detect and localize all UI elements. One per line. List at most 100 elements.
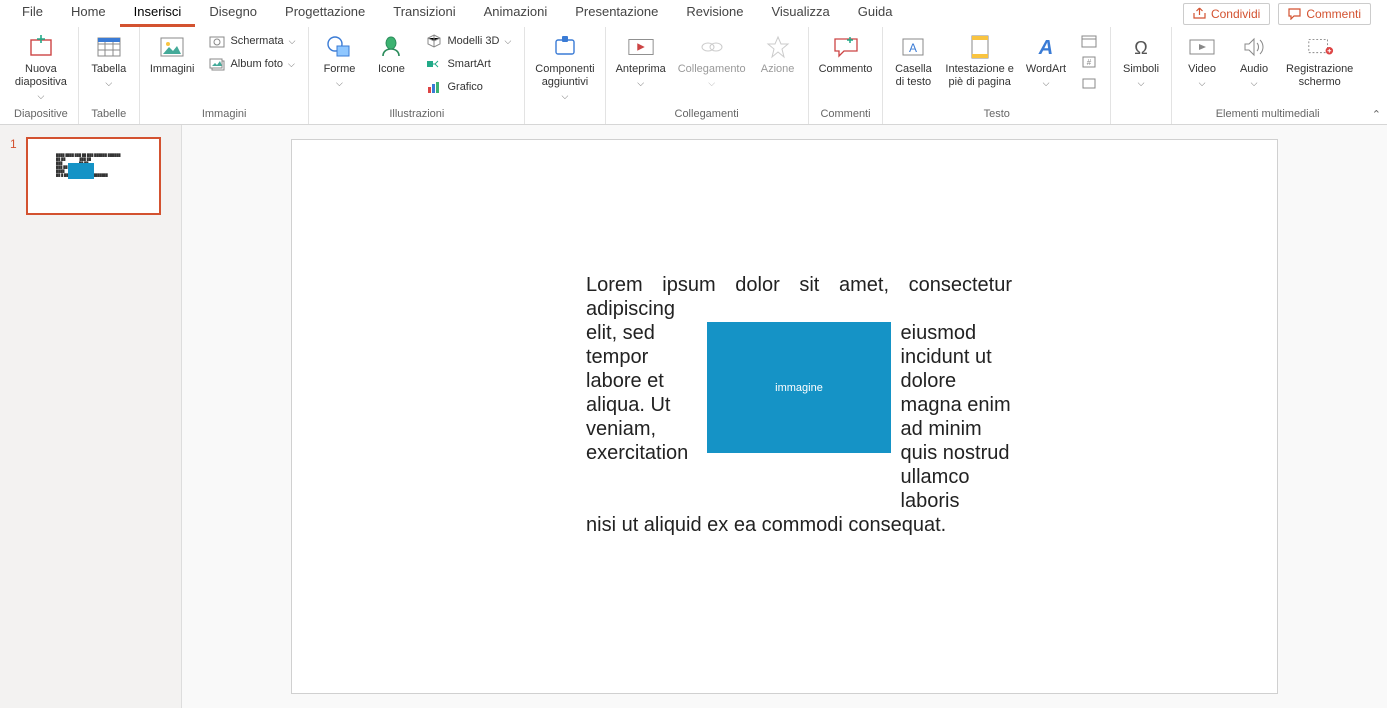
svg-text:A: A (909, 41, 917, 55)
header-footer-label: Intestazione e piè di pagina (945, 63, 1014, 89)
slide-number-button[interactable]: # (1078, 52, 1100, 72)
table-button[interactable]: Tabella ⌵ (89, 29, 129, 89)
group-label-simboli (1121, 118, 1161, 124)
models3d-button[interactable]: Modelli 3D ⌵ (423, 31, 514, 51)
tab-revisione[interactable]: Revisione (672, 0, 757, 27)
preview-button[interactable]: Anteprima ⌵ (616, 29, 666, 89)
new-slide-button[interactable]: Nuova diapositiva ⌵ (15, 29, 67, 102)
chevron-down-icon: ⌵ (289, 36, 296, 47)
comment-label: Commento (819, 63, 873, 76)
header-footer-button[interactable]: Intestazione e piè di pagina (945, 29, 1014, 89)
action-button[interactable]: Azione (758, 29, 798, 76)
link-label: Collegamento (678, 63, 746, 76)
tab-file[interactable]: File (8, 0, 57, 27)
chevron-down-icon: ⌵ (1251, 78, 1258, 89)
slide-image-placeholder[interactable]: immagine (707, 322, 890, 453)
slide-text-line1: Lorem ipsum dolor sit amet, consectetur … (586, 273, 1012, 321)
date-time-button[interactable] (1078, 31, 1100, 51)
group-diapositive: Nuova diapositiva ⌵ Diapositive (4, 27, 79, 124)
addins-button[interactable]: Componenti aggiuntivi ⌵ (535, 29, 594, 102)
slide-canvas[interactable]: Lorem ipsum dolor sit amet, consectetur … (291, 139, 1278, 694)
chevron-down-icon: ⌵ (1043, 78, 1050, 89)
shapes-button[interactable]: Forme ⌵ (319, 29, 359, 89)
group-tabelle: Tabella ⌵ Tabelle (79, 27, 140, 124)
group-componenti: Componenti aggiuntivi ⌵ (525, 27, 605, 124)
collapse-ribbon-button[interactable]: ⌃ (1372, 108, 1381, 121)
group-label-componenti (535, 118, 594, 124)
tab-home[interactable]: Home (57, 0, 120, 27)
chart-button[interactable]: Grafico (423, 77, 514, 97)
slide-text-right-col: eiusmod incidunt ut dolore magna enim ad… (891, 321, 1012, 513)
screenshot-label: Schermata (230, 35, 283, 47)
video-button[interactable]: Video ⌵ (1182, 29, 1222, 89)
tab-animazioni[interactable]: Animazioni (470, 0, 562, 27)
thumbnail-number: 1 (10, 137, 20, 215)
icons-button[interactable]: Icone (371, 29, 411, 76)
tab-presentazione[interactable]: Presentazione (561, 0, 672, 27)
textbox-button[interactable]: A Casella di testo (893, 29, 933, 89)
share-label: Condividi (1211, 7, 1260, 21)
wordart-button[interactable]: A WordArt ⌵ (1026, 29, 1066, 89)
shapes-label: Forme (324, 63, 356, 76)
group-label-elementi: Elementi multimediali (1182, 106, 1353, 124)
slide-text-left-col: elit, sed tempor labore et aliqua. Ut ve… (586, 321, 707, 513)
photo-album-label: Album foto (230, 58, 283, 70)
group-immagini: Immagini Schermata ⌵ Album foto ⌵ Immagi… (140, 27, 310, 124)
tab-progettazione[interactable]: Progettazione (271, 0, 379, 27)
textbox-label: Casella di testo (895, 63, 932, 89)
slide-image-label: immagine (775, 376, 823, 400)
svg-text:A: A (1038, 37, 1053, 59)
chevron-down-icon: ⌵ (37, 91, 44, 102)
chevron-down-icon: ⌵ (105, 78, 112, 89)
group-label-commenti: Commenti (819, 106, 873, 124)
svg-text:#: # (1087, 58, 1092, 67)
group-label-diapositive: Diapositive (14, 106, 68, 124)
chevron-down-icon: ⌵ (637, 78, 644, 89)
ribbon: Nuova diapositiva ⌵ Diapositive Tabella … (0, 27, 1387, 125)
chevron-down-icon: ⌵ (1138, 78, 1145, 89)
wordart-label: WordArt (1026, 63, 1066, 76)
group-label-illustrazioni: Illustrazioni (319, 106, 514, 124)
group-collegamenti: Anteprima ⌵ Collegamento ⌵ Azione Colleg… (606, 27, 809, 124)
images-button[interactable]: Immagini (150, 29, 195, 76)
tab-inserisci[interactable]: Inserisci (120, 0, 196, 27)
symbols-button[interactable]: Ω Simboli ⌵ (1121, 29, 1161, 89)
screenshot-button[interactable]: Schermata ⌵ (206, 31, 298, 51)
group-label-testo: Testo (893, 106, 1100, 124)
share-button[interactable]: Condividi (1183, 3, 1270, 25)
smartart-button[interactable]: SmartArt (423, 54, 514, 74)
tab-guida[interactable]: Guida (844, 0, 907, 27)
chart-label: Grafico (447, 81, 482, 93)
photo-album-button[interactable]: Album foto ⌵ (206, 54, 298, 74)
addins-label: Componenti aggiuntivi (535, 63, 594, 89)
slide-editor-area[interactable]: Lorem ipsum dolor sit amet, consectetur … (182, 125, 1387, 708)
chevron-down-icon: ⌵ (1199, 78, 1206, 89)
link-button[interactable]: Collegamento ⌵ (678, 29, 746, 89)
group-label-immagini: Immagini (150, 106, 299, 124)
chevron-down-icon: ⌵ (336, 78, 343, 89)
audio-button[interactable]: Audio ⌵ (1234, 29, 1274, 89)
group-elementi: Video ⌵ Audio ⌵ Registrazione schermo El… (1172, 27, 1363, 124)
chevron-down-icon: ⌵ (504, 36, 511, 47)
images-label: Immagini (150, 63, 195, 76)
comment-button[interactable]: Commento (819, 29, 873, 76)
tab-disegno[interactable]: Disegno (195, 0, 271, 27)
svg-text:Ω: Ω (1134, 38, 1147, 58)
group-label-collegamenti: Collegamenti (616, 106, 798, 124)
audio-label: Audio (1240, 63, 1268, 76)
comments-button[interactable]: Commenti (1278, 3, 1371, 25)
preview-label: Anteprima (616, 63, 666, 76)
action-label: Azione (761, 63, 795, 76)
smartart-label: SmartArt (447, 58, 490, 70)
table-label: Tabella (91, 63, 126, 76)
tab-transizioni[interactable]: Transizioni (379, 0, 469, 27)
slide-text-content[interactable]: Lorem ipsum dolor sit amet, consectetur … (586, 273, 1012, 537)
screen-recording-button[interactable]: Registrazione schermo (1286, 29, 1353, 89)
group-testo: A Casella di testo Intestazione e piè di… (883, 27, 1111, 124)
object-button[interactable] (1078, 73, 1100, 93)
chevron-down-icon: ⌵ (562, 91, 569, 102)
slide-thumbnail-1[interactable]: ████ ████ ███ ██ ███ ██████ ████████ ██ … (26, 137, 161, 215)
video-label: Video (1188, 63, 1216, 76)
icons-label: Icone (378, 63, 405, 76)
tab-visualizza[interactable]: Visualizza (757, 0, 843, 27)
